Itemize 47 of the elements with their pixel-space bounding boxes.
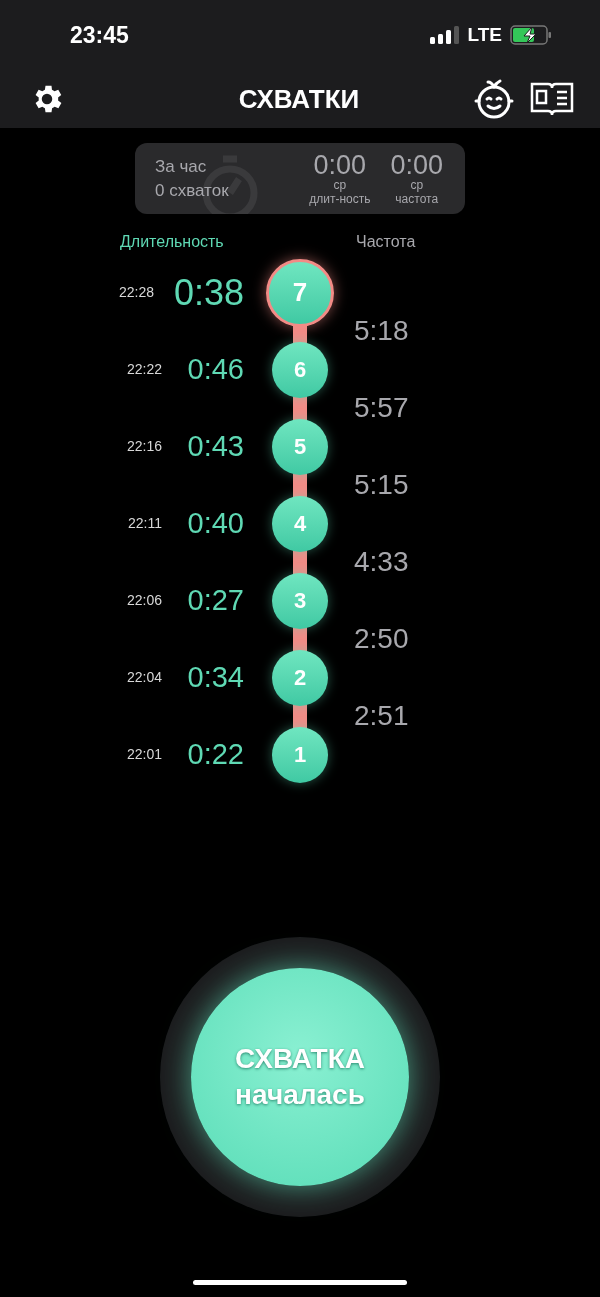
start-time: 22:01 — [126, 745, 162, 764]
stat-label: длит-ность — [309, 192, 371, 206]
period-label: За час — [155, 155, 208, 178]
interval-value: 5:15 — [354, 467, 409, 502]
signal-icon — [429, 26, 460, 44]
stat-label: частота — [395, 192, 439, 206]
duration-header: Длительность — [120, 232, 225, 252]
interval-value: 5:18 — [354, 313, 409, 348]
duration-value: 0:38 — [172, 270, 244, 315]
open-book-icon — [530, 81, 574, 117]
duration-value: 0:27 — [186, 582, 244, 618]
duration-value: 0:22 — [186, 736, 244, 772]
screen-title: СХВАТКИ — [238, 82, 360, 116]
duration-value: 0:40 — [186, 505, 244, 541]
baby-face-icon — [472, 77, 516, 121]
duration-value: 0:43 — [186, 428, 244, 464]
start-time: 22:16 — [126, 437, 162, 456]
start-time: 22:28 — [118, 283, 154, 302]
contraction-node[interactable]: 1 — [272, 726, 328, 783]
interval-value: 2:51 — [354, 698, 409, 733]
start-time: 22:11 — [128, 514, 162, 533]
stat-abbreviation: ср — [333, 179, 347, 192]
contraction-node[interactable]: 4 — [272, 495, 328, 552]
battery-icon — [510, 25, 552, 45]
interval-value: 2:50 — [354, 621, 409, 656]
start-contraction-button[interactable]: СХВАТКА началась — [191, 968, 409, 1186]
contraction-count: 0 схваток — [155, 179, 230, 202]
duration-value: 0:46 — [186, 351, 244, 387]
contraction-node[interactable]: 5 — [272, 418, 328, 475]
start-time: 22:06 — [126, 591, 162, 610]
stat-value: 0:00 — [313, 151, 367, 179]
guide-button[interactable] — [530, 81, 574, 117]
status-time: 23:45 — [70, 20, 129, 50]
baby-button[interactable] — [472, 77, 516, 121]
stat-abbreviation: ср — [410, 179, 424, 192]
network-label: LTE — [467, 22, 502, 47]
interval-value: 5:57 — [354, 390, 409, 425]
contraction-node[interactable]: 7 — [266, 258, 334, 327]
contraction-node[interactable]: 3 — [272, 572, 328, 629]
contraction-node[interactable]: 6 — [272, 341, 328, 398]
frequency-header: Частота — [356, 232, 416, 252]
contraction-node[interactable]: 2 — [272, 649, 328, 706]
start-time: 22:22 — [126, 360, 162, 379]
interval-value: 4:33 — [354, 544, 409, 579]
start-time: 22:04 — [126, 668, 162, 687]
duration-value: 0:34 — [186, 659, 244, 695]
stat-value: 0:00 — [390, 151, 443, 179]
